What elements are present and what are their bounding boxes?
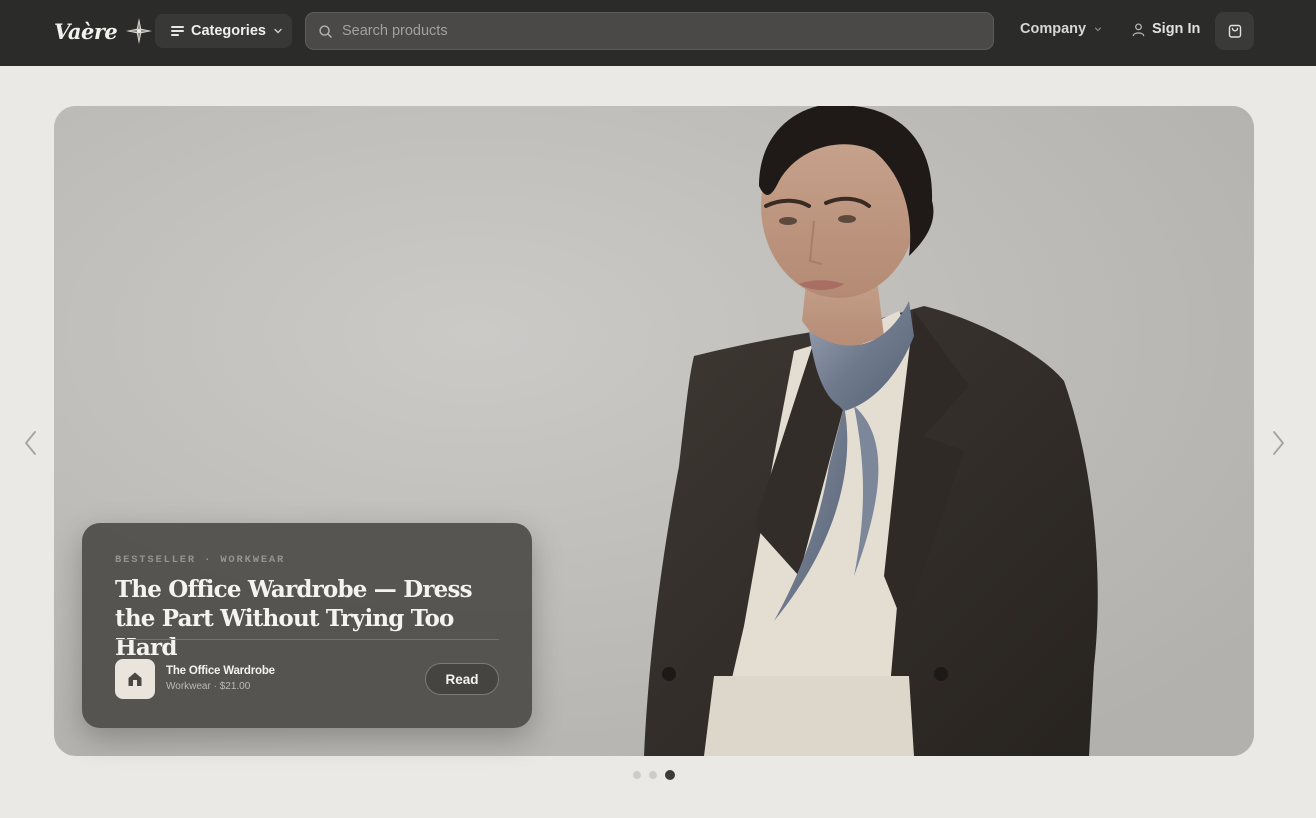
brand-logo[interactable]: Vaère	[54, 16, 153, 46]
previous-slide-arrow[interactable]	[22, 430, 40, 456]
cart-button[interactable]	[1215, 12, 1254, 50]
user-icon	[1132, 22, 1145, 36]
sign-in-link[interactable]: Sign In	[1131, 21, 1200, 37]
company-menu[interactable]: Company	[1020, 21, 1103, 37]
card-divider	[115, 639, 499, 640]
menu-icon	[171, 26, 184, 36]
search-input[interactable]	[342, 23, 942, 39]
chevron-down-icon	[1094, 27, 1102, 32]
search-bar[interactable]	[305, 12, 994, 50]
product-name[interactable]: The Office Wardrobe	[166, 665, 275, 677]
product-thumbnail[interactable]	[115, 659, 155, 699]
carousel-pagination	[633, 770, 675, 780]
story-title[interactable]: The Office Wardrobe — Dress the Part Wit…	[115, 575, 505, 662]
next-slide-arrow[interactable]	[1269, 430, 1287, 456]
product-meta: Workwear · $21.00	[166, 681, 251, 692]
shopping-bag-icon	[1228, 24, 1241, 38]
company-label: Company	[1020, 21, 1087, 37]
search-icon	[319, 24, 332, 38]
top-navigation-bar: Vaère Categories Company Sign In	[0, 0, 1316, 66]
categories-button[interactable]: Categories	[155, 14, 292, 48]
featured-story-card: BESTSELLER · WORKWEAR The Office Wardrob…	[82, 523, 532, 728]
chevron-down-icon	[274, 28, 282, 34]
four-point-star-icon	[126, 18, 153, 44]
carousel-dot-2[interactable]	[649, 771, 657, 779]
categories-label: Categories	[191, 23, 266, 39]
sign-in-label: Sign In	[1152, 21, 1201, 37]
story-category-eyebrow: BESTSELLER · WORKWEAR	[115, 554, 286, 566]
brand-name: Vaère	[54, 18, 118, 44]
carousel-dot-1[interactable]	[633, 771, 641, 779]
read-button[interactable]: Read	[425, 663, 499, 695]
carousel-dot-3-active[interactable]	[665, 770, 675, 780]
store-icon	[128, 672, 142, 686]
